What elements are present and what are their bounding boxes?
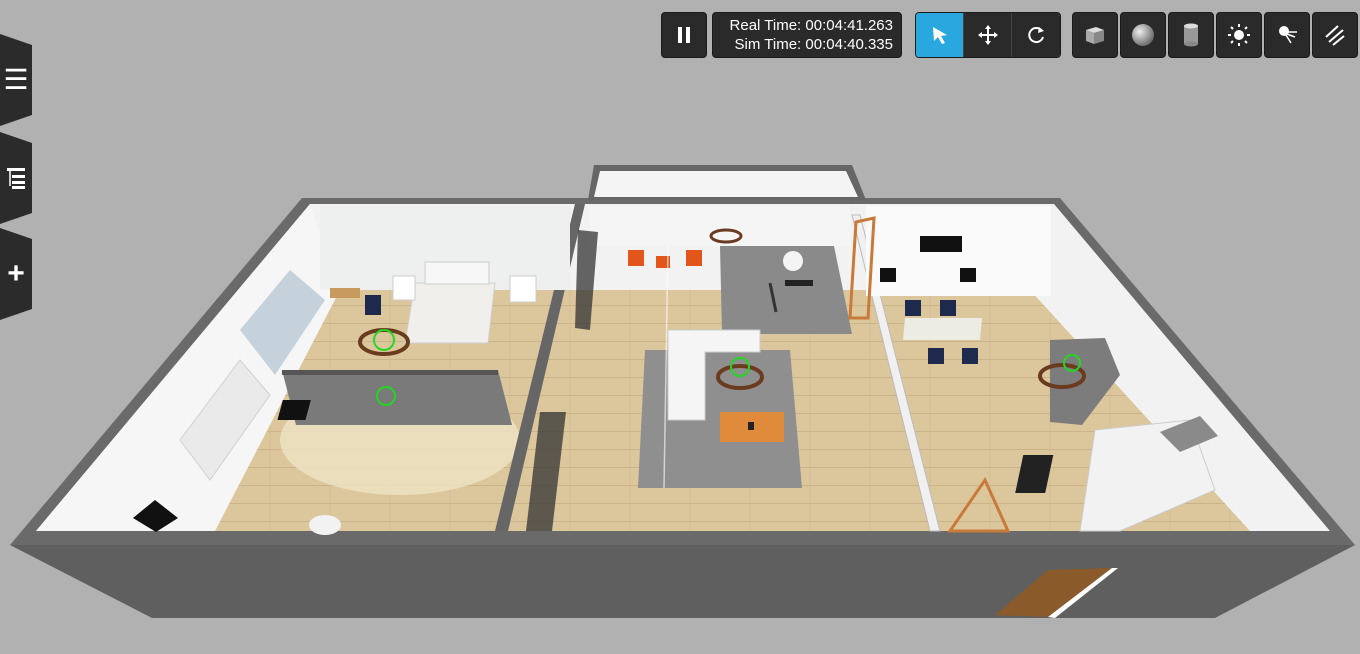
real-time-label: Real Time: (729, 17, 802, 34)
directional-light-button[interactable] (1312, 12, 1358, 58)
translate-icon (977, 25, 998, 45)
rotate-icon (1028, 27, 1044, 44)
rotate-mode-button[interactable] (1012, 13, 1060, 57)
side-tab-menu[interactable]: ☰ (0, 34, 32, 126)
point-light-button[interactable] (1216, 12, 1262, 58)
building-base (10, 545, 1355, 618)
side-tab-insert[interactable]: + (0, 228, 32, 320)
bench (785, 280, 813, 286)
floor-hatch (277, 400, 311, 420)
sim-time-row: Sim Time: 00:04:40.335 (713, 35, 893, 54)
scene-viewport[interactable] (0, 0, 1360, 654)
sphere-icon (1132, 24, 1154, 46)
select-icon (932, 27, 947, 44)
back-room-inner (594, 171, 858, 197)
white-ball (309, 515, 341, 535)
table-item (748, 422, 754, 430)
tv (920, 236, 962, 252)
dining-chair (905, 300, 921, 316)
translate-mode-button[interactable] (964, 13, 1012, 57)
bed (404, 282, 496, 344)
spot-light-button[interactable] (1264, 12, 1310, 58)
real-time-row: Real Time: 00:04:41.263 (713, 16, 893, 35)
directional-light-icon (1325, 25, 1345, 46)
dining-chair-2 (940, 300, 956, 316)
chair (365, 295, 381, 315)
dining-table (903, 318, 982, 340)
desk (330, 288, 360, 298)
sim-time-label: Sim Time: (734, 36, 802, 53)
dining-chair-3 (928, 348, 944, 364)
nightstand (392, 275, 416, 301)
time-display: Real Time: 00:04:41.263 Sim Time: 00:04:… (712, 12, 902, 58)
select-mode-button[interactable] (916, 13, 964, 57)
partition-top (282, 370, 498, 375)
tree-icon (7, 168, 25, 189)
real-time-value: 00:04:41.263 (805, 17, 893, 34)
menu-icon: ☰ (3, 64, 29, 95)
side-tab-tree[interactable] (0, 132, 32, 224)
sphere-button[interactable] (1120, 12, 1166, 58)
insert-icon: + (7, 257, 25, 290)
box-button[interactable] (1072, 12, 1118, 58)
point-light-icon (1228, 24, 1250, 46)
pause-button[interactable] (661, 12, 707, 58)
nightstand-2 (509, 275, 537, 303)
orange-chair-2 (686, 250, 702, 266)
orange-chair (628, 250, 644, 266)
mode-toolbar (915, 12, 1061, 58)
spot-light-icon (1279, 26, 1297, 44)
bed-headboard (424, 261, 490, 285)
cylinder-button[interactable] (1168, 12, 1214, 58)
picture-1 (880, 268, 896, 282)
dining-chair-4 (962, 348, 978, 364)
box-icon (1086, 27, 1104, 44)
pause-icon (678, 27, 690, 43)
cylinder-icon (1184, 23, 1198, 47)
gym-ball (783, 251, 803, 271)
partition-screen (282, 370, 512, 425)
picture-2 (960, 268, 976, 282)
sim-time-value: 00:04:40.335 (805, 36, 893, 53)
